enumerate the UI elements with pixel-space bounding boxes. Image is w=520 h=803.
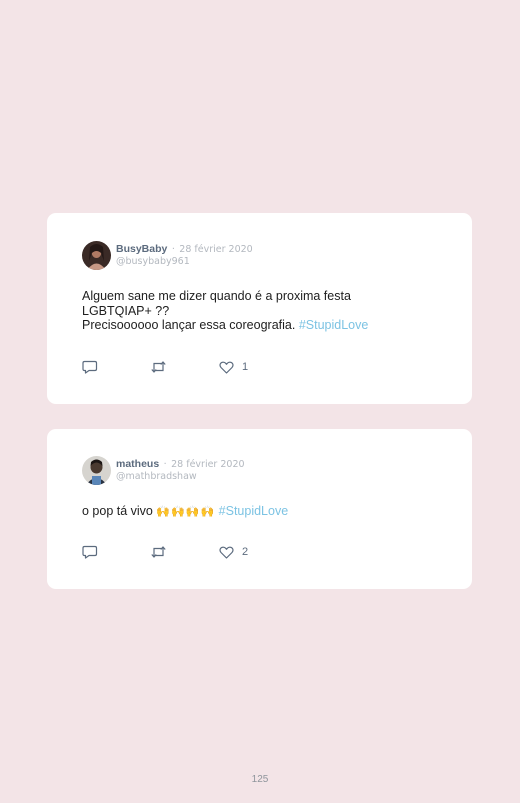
tweet-meta: matheus · 28 février 2020 @mathbradshaw bbox=[116, 456, 245, 483]
tweet-text: Alguem sane me dizer quando é a proxima … bbox=[82, 289, 412, 333]
retweet-button[interactable] bbox=[150, 360, 167, 374]
tweet-text-fragment: o pop tá vivo bbox=[82, 504, 153, 518]
retweet-icon bbox=[151, 546, 166, 558]
reply-button[interactable] bbox=[82, 360, 98, 374]
hashtag-link[interactable]: #StupidLove bbox=[219, 504, 289, 518]
page-number: 125 bbox=[251, 774, 269, 785]
like-button[interactable]: 2 bbox=[219, 546, 248, 559]
tweet-actions: 2 bbox=[82, 545, 300, 559]
avatar[interactable] bbox=[82, 456, 111, 485]
like-button[interactable]: 1 bbox=[219, 361, 248, 374]
tweet-text-fragment: Precisoooooo lançar essa coreografia. bbox=[82, 318, 296, 332]
tweet-card: matheus · 28 février 2020 @mathbradshaw … bbox=[47, 429, 472, 589]
author-name[interactable]: matheus bbox=[116, 458, 159, 470]
separator-dot: · bbox=[163, 459, 167, 470]
author-name[interactable]: BusyBaby bbox=[116, 243, 167, 255]
retweet-icon bbox=[151, 361, 166, 373]
tweet-text-line-2: Precisoooooo lançar essa coreografia. #S… bbox=[82, 318, 412, 333]
heart-icon bbox=[219, 361, 234, 374]
tweet-actions: 1 bbox=[82, 360, 300, 374]
heart-icon bbox=[219, 546, 234, 559]
tweet-header: BusyBaby · 28 février 2020 @busybaby961 bbox=[82, 241, 253, 270]
like-count: 1 bbox=[242, 361, 249, 373]
tweet-text-line: Alguem sane me dizer quando é a proxima … bbox=[82, 289, 351, 318]
retweet-button[interactable] bbox=[150, 545, 167, 559]
tweet-date[interactable]: 28 février 2020 bbox=[179, 244, 252, 255]
reply-icon bbox=[82, 545, 98, 559]
tweet-meta: BusyBaby · 28 février 2020 @busybaby961 bbox=[116, 241, 253, 268]
author-handle[interactable]: @busybaby961 bbox=[116, 256, 253, 268]
tweet-date[interactable]: 28 février 2020 bbox=[171, 459, 244, 470]
reply-button[interactable] bbox=[82, 545, 98, 559]
like-count: 2 bbox=[242, 546, 249, 558]
raised-hands-emoji: 🙌🙌🙌🙌 bbox=[156, 506, 216, 518]
tweet-card: BusyBaby · 28 février 2020 @busybaby961 … bbox=[47, 213, 472, 404]
separator-dot: · bbox=[171, 244, 175, 255]
tweet-text: o pop tá vivo 🙌🙌🙌🙌 #StupidLove bbox=[82, 504, 412, 520]
avatar[interactable] bbox=[82, 241, 111, 270]
reply-icon bbox=[82, 360, 98, 374]
author-handle[interactable]: @mathbradshaw bbox=[116, 471, 245, 483]
hashtag-link[interactable]: #StupidLove bbox=[299, 318, 369, 332]
tweet-header: matheus · 28 février 2020 @mathbradshaw bbox=[82, 456, 245, 485]
